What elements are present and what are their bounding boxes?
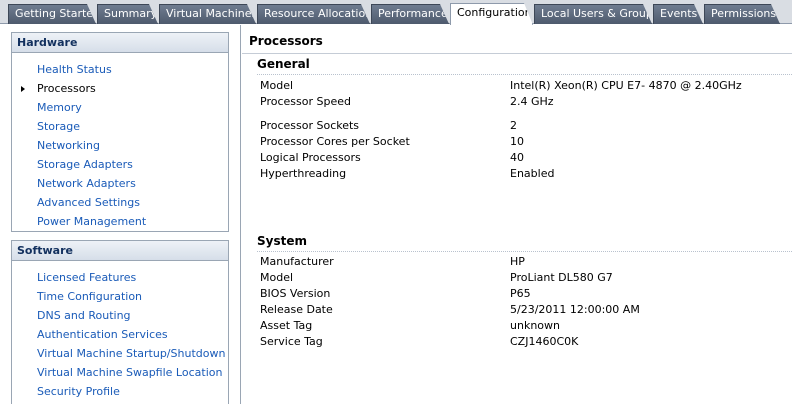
hardware-panel: Hardware Health Status Processors Memory…: [11, 32, 229, 232]
host-configuration-view: Getting Started Summary Virtual Machines…: [0, 0, 792, 404]
nav-networking[interactable]: Networking: [37, 139, 100, 153]
nav-time-configuration[interactable]: Time Configuration: [37, 290, 142, 304]
selected-arrow-icon: [21, 86, 25, 92]
bios-version-value: P65: [510, 287, 531, 300]
cores-per-socket-label: Processor Cores per Socket: [260, 135, 410, 148]
nav-power-management[interactable]: Power Management: [37, 215, 146, 229]
hyperthreading-label: Hyperthreading: [260, 167, 347, 180]
title-divider: [242, 53, 792, 54]
nav-dns-and-routing[interactable]: DNS and Routing: [37, 309, 131, 323]
general-model-value: Intel(R) Xeon(R) CPU E7- 4870 @ 2.40GHz: [510, 79, 742, 92]
general-divider: [257, 74, 792, 75]
tab-permissions[interactable]: Permissions: [704, 4, 780, 24]
hardware-header: Hardware: [12, 33, 228, 53]
nav-licensed-features[interactable]: Licensed Features: [37, 271, 136, 285]
service-tag-value: CZJ1460C0K: [510, 335, 579, 348]
system-section-title: System: [257, 234, 307, 248]
nav-health-status[interactable]: Health Status: [37, 63, 112, 77]
tab-bar: Getting Started Summary Virtual Machines…: [0, 0, 792, 24]
manufacturer-value: HP: [510, 255, 525, 268]
nav-storage-adapters[interactable]: Storage Adapters: [37, 158, 133, 172]
service-tag-label: Service Tag: [260, 335, 323, 348]
software-panel: Software Licensed Features Time Configur…: [11, 240, 229, 404]
processor-speed-value: 2.4 GHz: [510, 95, 554, 108]
tab-events[interactable]: Events: [653, 4, 703, 24]
nav-processors[interactable]: Processors: [37, 82, 96, 96]
nav-network-adapters[interactable]: Network Adapters: [37, 177, 136, 191]
page-title: Processors: [249, 34, 323, 48]
general-model-label: Model: [260, 79, 294, 92]
bios-version-label: BIOS Version: [260, 287, 331, 300]
manufacturer-label: Manufacturer: [260, 255, 334, 268]
logical-processors-value: 40: [510, 151, 524, 164]
tab-resource-allocation[interactable]: Resource Allocation: [257, 4, 370, 24]
system-model-label: Model: [260, 271, 294, 284]
tab-configuration[interactable]: Configuration: [450, 3, 533, 25]
nav-storage[interactable]: Storage: [37, 120, 80, 134]
processor-sockets-value: 2: [510, 119, 517, 132]
nav-vm-swapfile-location[interactable]: Virtual Machine Swapfile Location: [37, 366, 222, 380]
tab-performance[interactable]: Performance: [371, 4, 449, 24]
cores-per-socket-value: 10: [510, 135, 524, 148]
logical-processors-label: Logical Processors: [260, 151, 361, 164]
processor-speed-label: Processor Speed: [260, 95, 351, 108]
asset-tag-label: Asset Tag: [260, 319, 313, 332]
general-section-title: General: [257, 57, 310, 71]
software-header: Software: [12, 241, 228, 261]
hyperthreading-value: Enabled: [510, 167, 555, 180]
nav-authentication-services[interactable]: Authentication Services: [37, 328, 168, 342]
system-model-value: ProLiant DL580 G7: [510, 271, 613, 284]
tab-local-users-groups[interactable]: Local Users & Groups: [534, 4, 652, 24]
nav-advanced-settings[interactable]: Advanced Settings: [37, 196, 140, 210]
release-date-value: 5/23/2011 12:00:00 AM: [510, 303, 640, 316]
processors-details-pane: Processors General Model Intel(R) Xeon(R…: [242, 25, 792, 404]
tab-virtual-machines[interactable]: Virtual Machines: [159, 4, 256, 24]
tab-getting-started[interactable]: Getting Started: [8, 4, 96, 24]
nav-memory[interactable]: Memory: [37, 101, 82, 115]
tab-summary[interactable]: Summary: [97, 4, 158, 24]
processor-sockets-label: Processor Sockets: [260, 119, 360, 132]
nav-security-profile[interactable]: Security Profile: [37, 385, 120, 399]
nav-vm-startup-shutdown[interactable]: Virtual Machine Startup/Shutdown: [37, 347, 225, 361]
asset-tag-value: unknown: [510, 319, 560, 332]
left-navigation-pane: Hardware Health Status Processors Memory…: [0, 25, 241, 404]
release-date-label: Release Date: [260, 303, 333, 316]
system-divider: [257, 251, 792, 252]
